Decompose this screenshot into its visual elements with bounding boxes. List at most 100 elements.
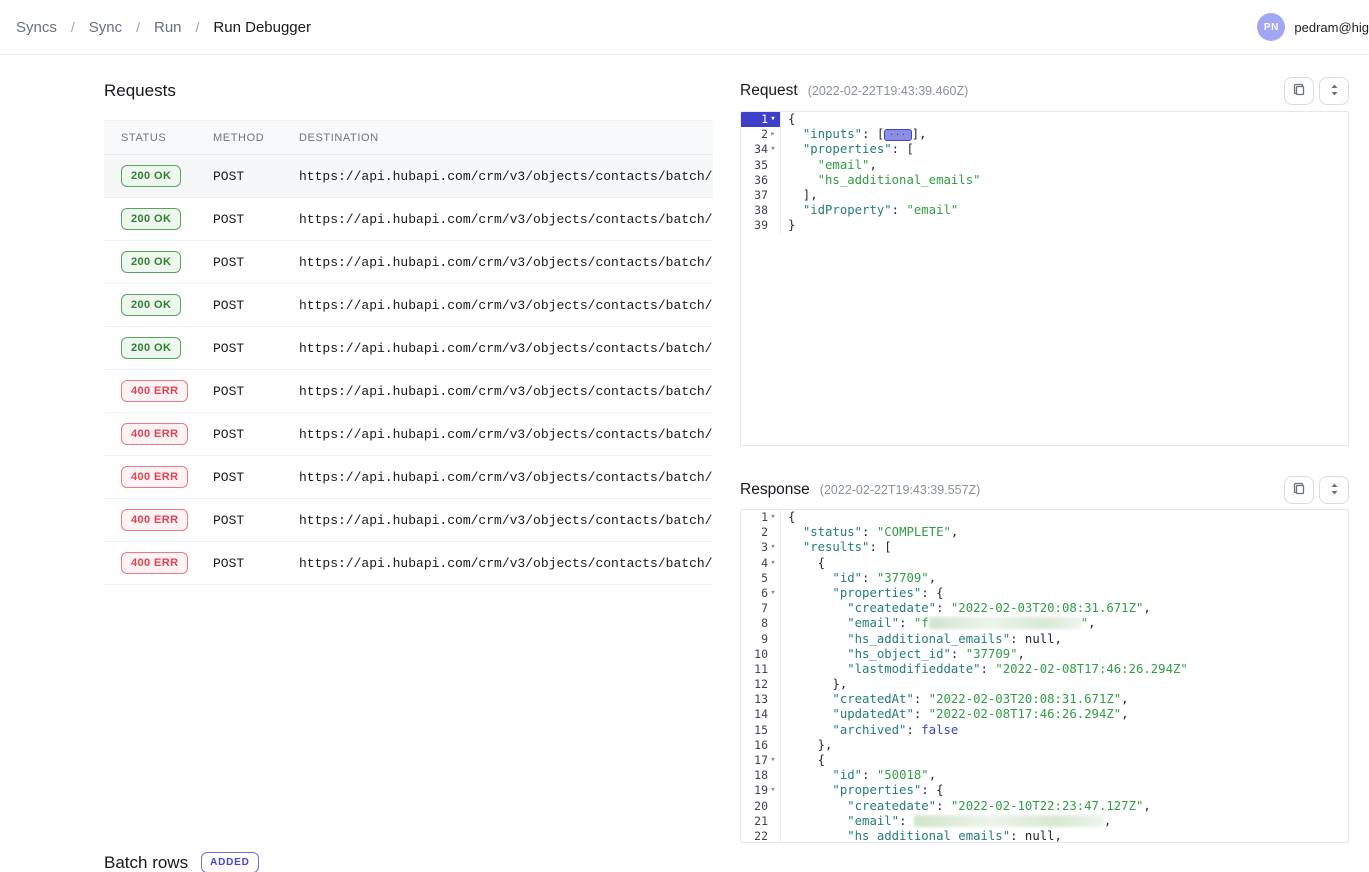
method-cell: POST xyxy=(213,513,299,528)
code-line: "createdate": "2022-02-10T22:23:47.127Z"… xyxy=(781,799,1151,814)
breadcrumb-separator: / xyxy=(196,19,200,35)
table-row[interactable]: 400 ERRPOSThttps://api.hubapi.com/crm/v3… xyxy=(104,456,713,499)
user-menu[interactable]: PN pedram@hig xyxy=(1257,13,1369,41)
code-line: "archived": false xyxy=(781,723,958,738)
fold-open-icon[interactable]: ▾ xyxy=(768,540,778,555)
code-token: "email" xyxy=(818,158,870,172)
line-gutter: 4▾ xyxy=(741,556,781,571)
expand-response-button[interactable] xyxy=(1319,476,1349,504)
line-gutter: 16 xyxy=(741,738,781,753)
expand-collapse-icon xyxy=(1330,84,1339,99)
code-token: , xyxy=(1143,601,1150,615)
line-number: 15 xyxy=(754,723,768,738)
table-row[interactable]: 200 OKPOSThttps://api.hubapi.com/crm/v3/… xyxy=(104,155,713,198)
breadcrumb: Syncs / Sync / Run / Run Debugger xyxy=(16,19,311,36)
code-token: "status" xyxy=(803,525,862,539)
table-row[interactable]: 400 ERRPOSThttps://api.hubapi.com/crm/v3… xyxy=(104,542,713,585)
requests-table-body: 200 OKPOSThttps://api.hubapi.com/crm/v3/… xyxy=(104,155,713,585)
table-row[interactable]: 200 OKPOSThttps://api.hubapi.com/crm/v3/… xyxy=(104,241,713,284)
line-number: 12 xyxy=(754,677,768,692)
table-row[interactable]: 200 OKPOSThttps://api.hubapi.com/crm/v3/… xyxy=(104,198,713,241)
table-row[interactable]: 200 OKPOSThttps://api.hubapi.com/crm/v3/… xyxy=(104,327,713,370)
breadcrumb-sync[interactable]: Sync xyxy=(89,19,122,36)
code-token xyxy=(788,571,832,585)
request-timestamp: (2022-02-22T19:43:39.460Z) xyxy=(808,84,1284,98)
line-number: 22 xyxy=(754,829,768,843)
code-token: : [ xyxy=(869,540,891,554)
fold-open-icon[interactable]: ▾ xyxy=(768,510,778,525)
code-token: { xyxy=(788,753,825,767)
line-number: 7 xyxy=(761,601,768,616)
code-token: "inputs" xyxy=(803,127,862,141)
page-title: Run Debugger xyxy=(213,19,311,36)
copy-response-button[interactable] xyxy=(1284,476,1314,504)
destination-cell: https://api.hubapi.com/crm/v3/objects/co… xyxy=(299,513,713,528)
line-number: 14 xyxy=(754,707,768,722)
line-number: 39 xyxy=(754,218,768,233)
code-token: "COMPLETE" xyxy=(877,525,951,539)
response-timestamp: (2022-02-22T19:43:39.557Z) xyxy=(820,483,1284,497)
response-header: Response (2022-02-22T19:43:39.557Z) xyxy=(740,476,1349,504)
code-line: }, xyxy=(781,677,847,692)
fold-open-icon[interactable]: ▾ xyxy=(768,783,778,798)
line-number: 13 xyxy=(754,692,768,707)
method-cell: POST xyxy=(213,384,299,399)
response-code-editor[interactable]: 1▾{2 "status": "COMPLETE",3▾ "results": … xyxy=(740,509,1349,843)
code-token: "50018" xyxy=(877,768,929,782)
code-line: "hs_additional_emails" xyxy=(781,173,981,188)
collapsed-code-widget[interactable]: ··· xyxy=(884,129,911,141)
code-token xyxy=(788,662,847,676)
code-line: "id": "37709", xyxy=(781,571,936,586)
code-token: , xyxy=(1018,647,1025,661)
code-token: "hs_additional_emails" xyxy=(818,173,981,187)
method-cell: POST xyxy=(213,427,299,442)
code-token: "hs_object_id" xyxy=(847,647,951,661)
avatar[interactable]: PN xyxy=(1257,13,1285,41)
status-badge: 200 OK xyxy=(121,165,181,187)
code-line: "properties": [ xyxy=(781,142,914,157)
code-token: { xyxy=(788,556,825,570)
table-row[interactable]: 400 ERRPOSThttps://api.hubapi.com/crm/v3… xyxy=(104,413,713,456)
line-gutter: 2 xyxy=(741,525,781,540)
destination-cell: https://api.hubapi.com/crm/v3/objects/co… xyxy=(299,556,713,571)
expand-request-button[interactable] xyxy=(1319,77,1349,105)
line-gutter: 13 xyxy=(741,692,781,707)
code-line: "hs_additional_emails": null, xyxy=(781,829,1062,843)
code-token: ], xyxy=(788,188,818,202)
code-line: { xyxy=(781,112,795,127)
expand-collapse-icon xyxy=(1330,483,1339,498)
line-number: 37 xyxy=(754,188,768,203)
fold-open-icon[interactable]: ▾ xyxy=(768,142,778,157)
code-token: "2022-02-08T17:46:26.294Z" xyxy=(995,662,1188,676)
fold-open-icon[interactable]: ▾ xyxy=(768,112,778,127)
code-token: "37709" xyxy=(966,647,1018,661)
code-token: "37709" xyxy=(877,571,929,585)
table-row[interactable]: 400 ERRPOSThttps://api.hubapi.com/crm/v3… xyxy=(104,499,713,542)
code-line: "hs_additional_emails": null, xyxy=(781,632,1062,647)
destination-cell: https://api.hubapi.com/crm/v3/objects/co… xyxy=(299,255,713,270)
copy-request-button[interactable] xyxy=(1284,77,1314,105)
code-token: , xyxy=(869,158,876,172)
table-row[interactable]: 400 ERRPOSThttps://api.hubapi.com/crm/v3… xyxy=(104,370,713,413)
fold-open-icon[interactable]: ▾ xyxy=(768,556,778,571)
code-token: : { xyxy=(921,586,943,600)
breadcrumb-run[interactable]: Run xyxy=(154,19,182,36)
fold-open-icon[interactable]: ▾ xyxy=(768,586,778,601)
breadcrumb-syncs[interactable]: Syncs xyxy=(16,19,57,36)
code-token: { xyxy=(788,510,795,524)
fold-closed-icon[interactable]: ▸ xyxy=(768,127,778,142)
column-method: METHOD xyxy=(213,132,299,144)
fold-open-icon[interactable]: ▾ xyxy=(768,753,778,768)
line-number: 35 xyxy=(754,158,768,173)
line-gutter: 8 xyxy=(741,616,781,631)
code-line: } xyxy=(781,218,795,233)
code-token xyxy=(788,723,832,737)
code-token: "createdAt" xyxy=(832,692,913,706)
line-number: 19 xyxy=(754,783,768,798)
code-token: "properties" xyxy=(803,142,892,156)
line-number: 1 xyxy=(761,510,768,525)
table-row[interactable]: 200 OKPOSThttps://api.hubapi.com/crm/v3/… xyxy=(104,284,713,327)
request-code-editor[interactable]: 1▾{2▸ "inputs": [···],34▾ "properties": … xyxy=(740,111,1349,446)
code-token: : xyxy=(914,707,929,721)
copy-icon xyxy=(1293,83,1306,99)
